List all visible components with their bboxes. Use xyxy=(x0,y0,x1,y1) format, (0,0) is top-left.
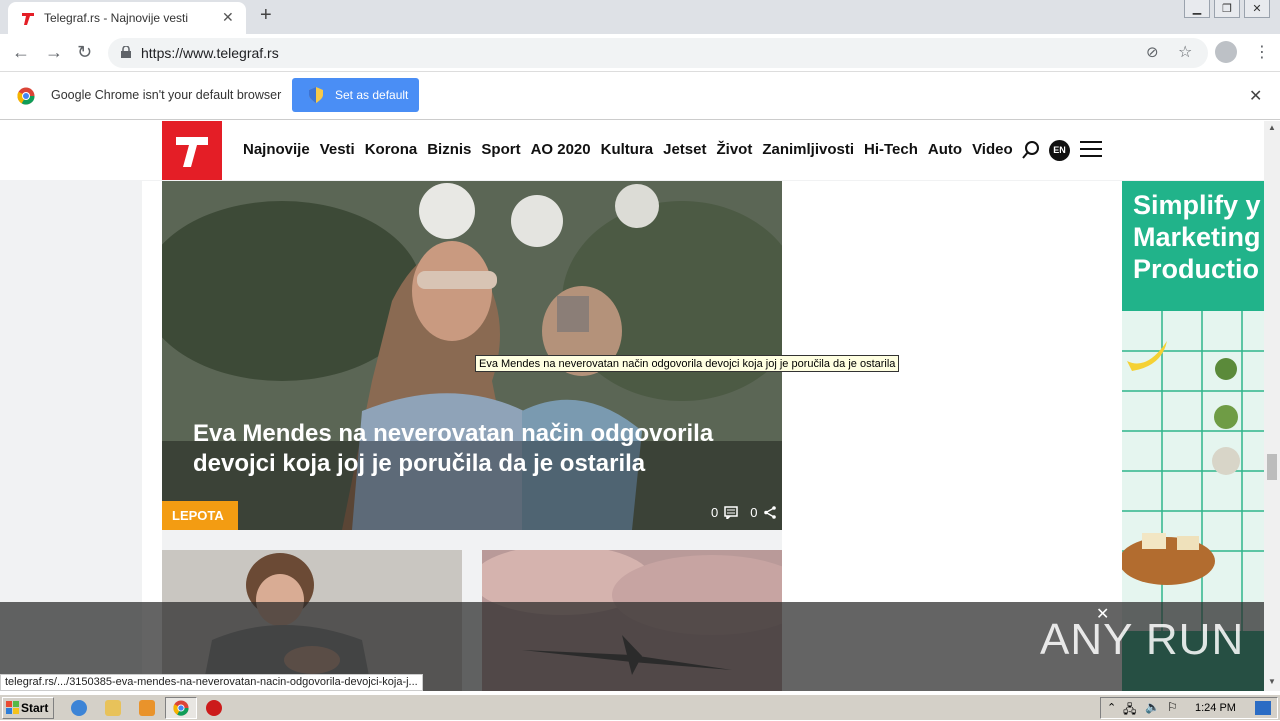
windows-logo-icon xyxy=(6,701,19,714)
menu-item[interactable]: Biznis xyxy=(427,141,471,158)
overlay-close-icon[interactable]: ✕ xyxy=(1096,604,1109,624)
infobar-message: Google Chrome isn't your default browser xyxy=(51,88,282,102)
media-player-icon[interactable] xyxy=(139,700,155,716)
start-button[interactable]: Start xyxy=(2,697,54,719)
telegraf-logo-icon xyxy=(176,137,208,167)
flag-icon[interactable]: ⚐ xyxy=(1167,700,1178,714)
default-browser-infobar: Google Chrome isn't your default browser… xyxy=(0,72,1280,120)
comment-icon[interactable] xyxy=(724,506,738,519)
restore-icon[interactable]: ❐ xyxy=(1214,0,1240,18)
scrollbar-thumb[interactable] xyxy=(1267,454,1277,480)
ad-line: Marketing xyxy=(1133,222,1261,252)
start-label: Start xyxy=(21,701,49,715)
clock[interactable]: 1:24 PM xyxy=(1195,702,1236,714)
windows-taskbar: Start ⌃ 🖧 🔈 ⚐ 1:24 PM xyxy=(0,694,1280,720)
article-stats: 0 0 xyxy=(711,505,777,520)
infobar-close-icon[interactable]: ✕ xyxy=(1249,86,1262,106)
menu-item[interactable]: AO 2020 xyxy=(531,141,591,158)
tray-expand-icon[interactable]: ⌃ xyxy=(1107,701,1116,714)
category-tag-label: LEPOTA xyxy=(172,508,224,523)
tab-close-icon[interactable]: ✕ xyxy=(222,9,234,26)
menu-item[interactable]: Auto xyxy=(928,141,962,158)
share-icon[interactable] xyxy=(763,506,777,519)
set-as-default-button[interactable]: Set as default xyxy=(292,78,419,112)
menu-item[interactable]: Život xyxy=(716,141,752,158)
menu-item[interactable]: Najnovije xyxy=(243,141,310,158)
menu-item[interactable]: Hi-Tech xyxy=(864,141,918,158)
tab-title: Telegraf.rs - Najnovije vesti xyxy=(44,11,189,25)
window-controls: ▁ ❐ ✕ xyxy=(1184,0,1270,18)
share-count: 0 xyxy=(750,505,758,520)
bookmark-star-icon[interactable]: ☆ xyxy=(1178,42,1192,62)
comment-count: 0 xyxy=(711,505,719,520)
category-tag[interactable]: LEPOTA xyxy=(162,501,238,530)
url-text: https://www.telegraf.rs xyxy=(141,45,279,61)
explorer-icon[interactable] xyxy=(105,700,121,716)
shield-icon xyxy=(309,87,323,103)
telegraf-logo[interactable] xyxy=(162,121,222,180)
ad-graphic xyxy=(1122,311,1264,631)
main-menu: Najnovije Vesti Korona Biznis Sport AO 2… xyxy=(243,141,1013,158)
telegraf-favicon-icon xyxy=(20,11,36,27)
web-page: Najnovije Vesti Korona Biznis Sport AO 2… xyxy=(0,121,1264,691)
network-icon[interactable]: 🖧 xyxy=(1123,700,1136,721)
menu-item[interactable]: Zanimljivosti xyxy=(762,141,854,158)
status-url: telegraf.rs/.../3150385-eva-mendes-na-ne… xyxy=(0,674,423,691)
menu-item[interactable]: Jetset xyxy=(663,141,706,158)
profile-avatar-icon[interactable] xyxy=(1215,41,1237,63)
address-bar[interactable]: https://www.telegraf.rs ⊘ ☆ xyxy=(108,38,1208,68)
forward-icon[interactable]: → xyxy=(45,42,63,63)
ie-icon[interactable] xyxy=(71,700,87,716)
close-window-icon[interactable]: ✕ xyxy=(1244,0,1270,18)
page-scrollbar[interactable]: ▲ ▼ xyxy=(1264,121,1280,691)
language-badge[interactable]: EN xyxy=(1049,140,1070,161)
volume-icon[interactable]: 🔈 xyxy=(1145,700,1160,714)
tab-strip: Telegraf.rs - Najnovije vesti ✕ + ▁ ❐ ✕ xyxy=(0,0,1280,34)
minimize-icon[interactable]: ▁ xyxy=(1184,0,1210,18)
chrome-logo-icon xyxy=(17,87,35,105)
system-tray: ⌃ 🖧 🔈 ⚐ 1:24 PM xyxy=(1100,697,1278,719)
site-navbar: Najnovije Vesti Korona Biznis Sport AO 2… xyxy=(0,121,1264,180)
search-icon[interactable] xyxy=(1021,140,1041,160)
set-as-default-label: Set as default xyxy=(335,88,409,102)
menu-item[interactable]: Korona xyxy=(365,141,418,158)
browser-toolbar: ← → ↻ https://www.telegraf.rs ⊘ ☆ ⋮ xyxy=(0,34,1280,72)
back-icon[interactable]: ← xyxy=(12,42,30,63)
reload-icon[interactable]: ↻ xyxy=(77,42,92,63)
menu-item[interactable]: Video xyxy=(972,141,1013,158)
ad-line: Simplify y xyxy=(1133,190,1261,220)
stop-icon[interactable] xyxy=(206,700,222,716)
hamburger-menu-icon[interactable] xyxy=(1080,140,1102,158)
lock-icon xyxy=(121,46,131,58)
show-desktop-icon[interactable] xyxy=(1255,701,1271,715)
blocked-content-icon[interactable]: ⊘ xyxy=(1146,43,1159,61)
hero-headline[interactable]: Eva Mendes na neverovatan način odgovori… xyxy=(193,419,753,479)
menu-item[interactable]: Kultura xyxy=(601,141,654,158)
scroll-up-icon[interactable]: ▲ xyxy=(1268,123,1276,132)
link-tooltip: Eva Mendes na neverovatan način odgovori… xyxy=(475,355,900,372)
menu-item[interactable]: Vesti xyxy=(320,141,355,158)
anyrun-watermark: ANY RUN xyxy=(1040,615,1245,664)
ad-line: Productio xyxy=(1133,254,1259,284)
chrome-taskbar-button[interactable] xyxy=(165,697,197,719)
chrome-icon xyxy=(173,700,189,716)
chrome-menu-icon[interactable]: ⋮ xyxy=(1254,42,1270,62)
menu-item[interactable]: Sport xyxy=(481,141,520,158)
ad-headline: Simplify y Marketing Productio xyxy=(1133,189,1261,285)
new-tab-icon[interactable]: + xyxy=(260,4,272,27)
browser-tab[interactable]: Telegraf.rs - Najnovije vesti ✕ xyxy=(8,2,246,34)
scroll-down-icon[interactable]: ▼ xyxy=(1268,677,1276,686)
